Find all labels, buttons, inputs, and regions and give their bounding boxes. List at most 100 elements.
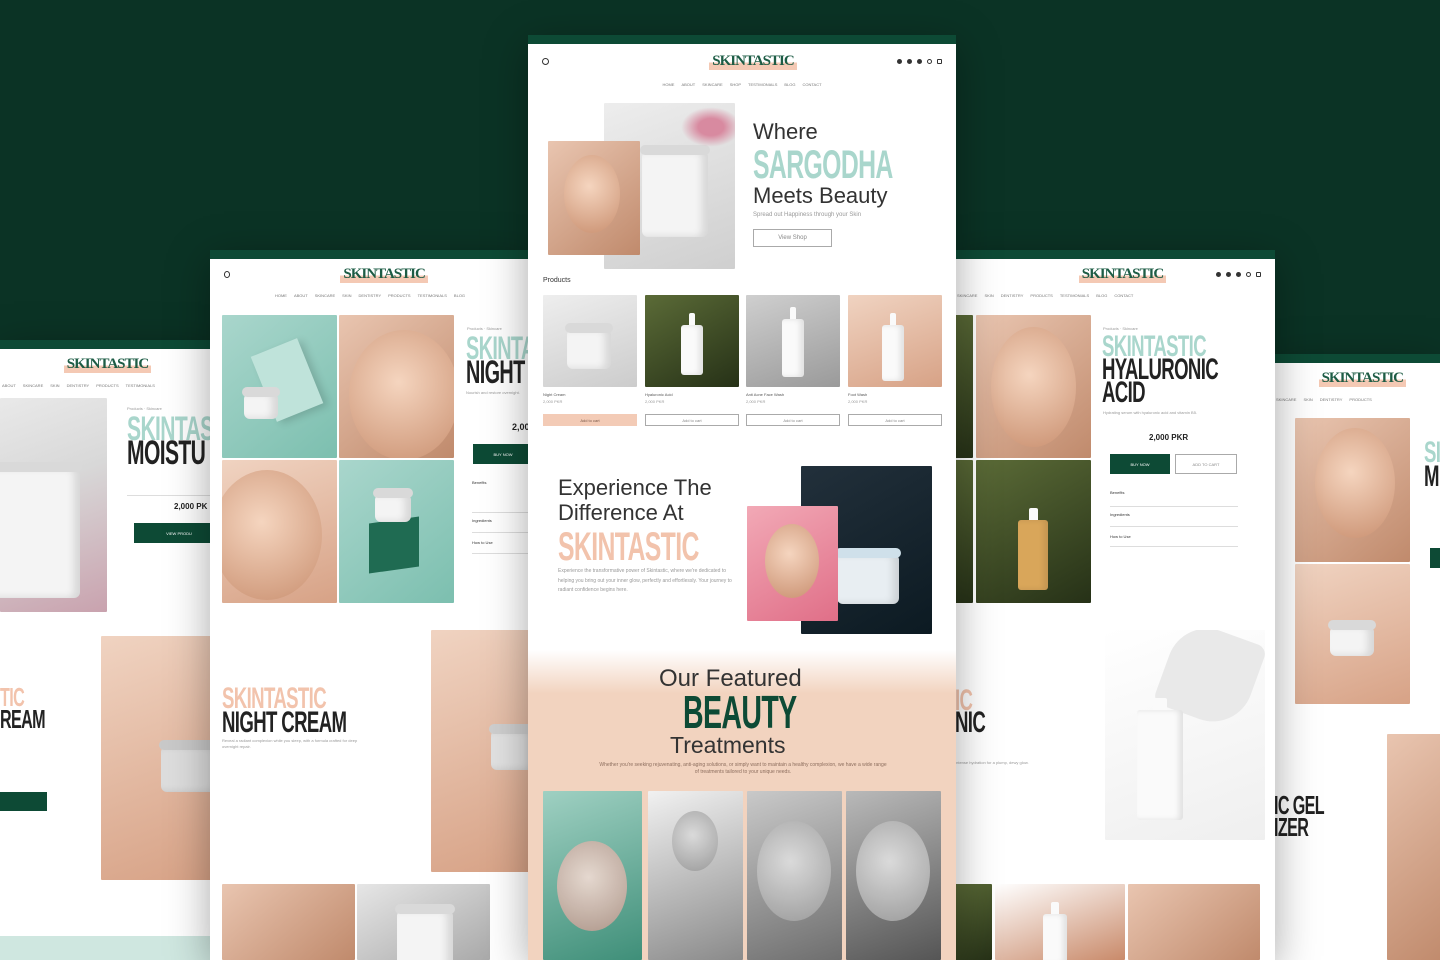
nav-bar: HOME ABOUT SKINCARE SHOP TESTIMONIALS BL… (528, 78, 956, 90)
nav-bar: SKINCARE SKIN DENTISTRY PRODUCTS (1274, 393, 1440, 405)
nav-item[interactable]: SKINCARE (315, 293, 335, 298)
search-icon[interactable] (224, 270, 231, 278)
product-name[interactable]: Anti Acne Face Wash (746, 392, 784, 398)
nav-item[interactable]: TESTIMONIALS (126, 383, 155, 388)
featured-body: Whether you're seeking rejuvenating, ant… (599, 762, 887, 775)
nav-item[interactable]: CONTACT (1114, 293, 1133, 298)
accordion-ingredients[interactable]: Ingredients (472, 518, 492, 524)
accordion-ingredients[interactable]: Ingredients (1110, 512, 1130, 518)
nav-item[interactable]: SHOP (730, 82, 741, 87)
nav-item[interactable]: BLOG (454, 293, 465, 298)
logo[interactable]: SKINTASTIC (340, 265, 428, 283)
buy-button[interactable] (1430, 548, 1440, 568)
nav-item[interactable]: HOME (662, 82, 674, 87)
nav-item[interactable]: ABOUT (2, 383, 16, 388)
nav-item[interactable]: ABOUT (681, 82, 695, 87)
pinterest-icon[interactable] (1225, 271, 1231, 277)
logo[interactable]: SKINTASTIC (709, 52, 797, 70)
treatment-image (543, 791, 642, 960)
accordion-benefits[interactable]: Benefits (472, 480, 486, 486)
nav-item[interactable]: PRODUCTS (1030, 293, 1052, 298)
preview-page-far-left: SKINTASTIC ABOUT SKINCARE SKIN DENTISTRY… (0, 340, 215, 960)
cart-icon[interactable] (1255, 271, 1261, 277)
instagram-icon[interactable] (916, 58, 922, 64)
nav-item[interactable]: PRODUCTS (96, 383, 118, 388)
preview-page-far-right: SKINTASTIC SKINCARE SKIN DENTISTRY PRODU… (1274, 354, 1440, 960)
nav-item[interactable]: SKINCARE (1276, 397, 1296, 402)
hero-line-1: Where (753, 119, 818, 144)
social-icons (896, 58, 942, 64)
accordion-benefits[interactable]: Benefits (1110, 490, 1124, 496)
instagram-icon[interactable] (1235, 271, 1241, 277)
buy-now-button[interactable]: BUY NOW (473, 444, 530, 464)
product-title: ACID (1102, 376, 1146, 409)
product-price: 2,000 PK (174, 502, 208, 511)
nav-item[interactable]: SKINCARE (957, 293, 977, 298)
product-name[interactable]: Night Cream (543, 392, 565, 398)
nav-item[interactable]: TESTIMONIALS (1060, 293, 1089, 298)
treatment-image (747, 791, 842, 960)
pinterest-icon[interactable] (906, 58, 912, 64)
product-jar-image (339, 460, 454, 603)
experience-line-1: Experience The (558, 475, 712, 500)
facebook-icon[interactable] (896, 58, 902, 64)
user-icon[interactable] (1245, 271, 1251, 277)
logo[interactable]: SKINTASTIC (1078, 265, 1167, 283)
nav-item[interactable]: DENTISTRY (359, 293, 382, 298)
header: SKINTASTIC (955, 259, 1275, 289)
experience-model-image (747, 506, 838, 621)
nav-item[interactable]: SKIN (1303, 397, 1312, 402)
preview-page-mid-right: SKINTASTIC SKINCARE SKIN DENTISTRY PRODU… (955, 250, 1275, 960)
cart-icon[interactable] (936, 58, 942, 64)
nav-item[interactable]: SKINCARE (702, 82, 722, 87)
add-to-cart-button[interactable]: Add to cart (848, 414, 942, 426)
product-card-image (848, 295, 942, 387)
logo[interactable]: SKINTASTIC (1318, 369, 1406, 387)
top-bar (955, 250, 1275, 259)
experience-body: Experience the transformative power of S… (558, 568, 732, 593)
nav-item[interactable]: BLOG (784, 82, 795, 87)
nav-item[interactable]: HOME (275, 293, 287, 298)
nav-bar: SKINCARE SKIN DENTISTRY PRODUCTS TESTIMO… (955, 289, 1275, 301)
nav-item[interactable]: SKIN (984, 293, 993, 298)
add-to-cart-button[interactable]: Add to cart (746, 414, 840, 426)
accordion-how-to-use[interactable]: How to Use (1110, 534, 1131, 540)
buy-button[interactable] (0, 792, 47, 811)
nav-item[interactable]: DENTISTRY (1001, 293, 1024, 298)
model-image (1387, 734, 1440, 960)
treatment-image (648, 791, 743, 960)
nav-item[interactable]: SKINCARE (23, 383, 43, 388)
nav-item[interactable]: ABOUT (294, 293, 308, 298)
nav-item[interactable]: DENTISTRY (67, 383, 90, 388)
nav-bar: HOME ABOUT SKINCARE SKIN DENTISTRY PRODU… (210, 289, 530, 301)
product-description: Hydrating serum with hyaluronic acid and… (1103, 410, 1198, 415)
view-product-button[interactable]: VIEW PRODU (134, 523, 215, 543)
section-title: NIGHT CREAM (222, 706, 347, 739)
product-name[interactable]: Foot Wash (848, 392, 867, 398)
buy-now-button[interactable]: BUY NOW (1110, 454, 1170, 474)
nav-item[interactable]: PRODUCTS (388, 293, 410, 298)
logo[interactable]: SKINTASTIC (63, 355, 152, 373)
nav-item[interactable]: PRODUCTS (1349, 397, 1371, 402)
featured-line-3: Treatments (670, 732, 786, 758)
hand-image (101, 636, 215, 880)
nav-item[interactable]: TESTIMONIALS (418, 293, 447, 298)
add-to-cart-button[interactable]: Add to cart (645, 414, 739, 426)
nav-item[interactable]: BLOG (1096, 293, 1107, 298)
add-to-cart-button[interactable]: Add to cart (543, 414, 637, 426)
search-icon[interactable] (542, 57, 549, 65)
product-price: 2,000 PKR (1149, 433, 1189, 442)
nav-item[interactable]: SKIN (342, 293, 351, 298)
add-to-cart-button[interactable]: ADD TO CART (1175, 454, 1237, 474)
nav-item[interactable]: DENTISTRY (1320, 397, 1343, 402)
accordion-how-to-use[interactable]: How to Use (472, 540, 493, 546)
nav-item[interactable]: TESTIMONIALS (748, 82, 777, 87)
nav-item[interactable]: CONTACT (803, 82, 822, 87)
view-shop-button[interactable]: View Shop (753, 229, 832, 247)
top-bar (1274, 354, 1440, 363)
section-title: IZER (1274, 812, 1309, 842)
facebook-icon[interactable] (1215, 271, 1221, 277)
nav-item[interactable]: SKIN (50, 383, 59, 388)
user-icon[interactable] (926, 58, 932, 64)
product-name[interactable]: Hyaluronic Acid (645, 392, 673, 398)
